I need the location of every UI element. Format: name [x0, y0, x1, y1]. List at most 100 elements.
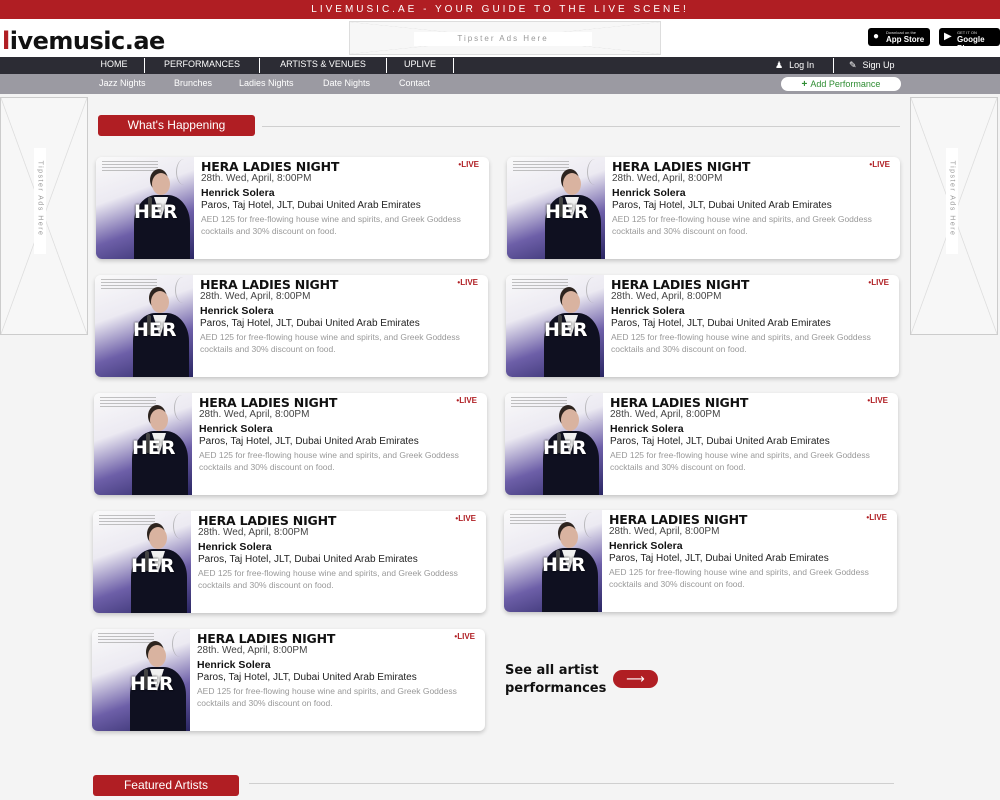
thumbnail-text: HER: [134, 203, 178, 222]
sub-nav: Jazz Nights Brunches Ladies Nights Date …: [0, 74, 1000, 94]
subnav-ladies-nights[interactable]: Ladies Nights: [239, 74, 294, 94]
card-date: 28th. Wed, April, 8:00PM: [200, 291, 311, 302]
google-play-button[interactable]: ▶ GET IT ON Google Play: [939, 28, 1000, 53]
whats-happening-heading: What's Happening: [98, 115, 255, 136]
performance-card[interactable]: HER HERA LADIES NIGHT •LIVE 28th. Wed, A…: [96, 157, 489, 259]
nav-divider: [144, 58, 145, 73]
card-title[interactable]: HERA LADIES NIGHT: [612, 159, 750, 174]
app-store-button[interactable]: ● Download on the App Store: [868, 28, 930, 46]
performance-card[interactable]: HER HERA LADIES NIGHT •LIVE 28th. Wed, A…: [505, 393, 898, 495]
card-artist[interactable]: Henrick Solera: [198, 541, 272, 553]
card-venue: Paros, Taj Hotel, JLT, Dubai United Arab…: [197, 672, 417, 683]
card-venue: Paros, Taj Hotel, JLT, Dubai United Arab…: [199, 436, 419, 447]
ad-label: Tipster Ads Here: [414, 32, 592, 46]
card-title[interactable]: HERA LADIES NIGHT: [197, 631, 335, 646]
subnav-brunches[interactable]: Brunches: [174, 74, 212, 94]
card-description: AED 125 for free-flowing house wine and …: [611, 332, 871, 354]
card-artist[interactable]: Henrick Solera: [609, 540, 683, 552]
side-ad-label: Tipster Ads Here: [36, 160, 44, 237]
subnav-jazz-nights[interactable]: Jazz Nights: [99, 74, 146, 94]
see-all-arrow-button[interactable]: ⟶: [613, 670, 658, 688]
thumbnail-text: HER: [542, 556, 586, 575]
live-badge: •LIVE: [867, 396, 888, 405]
card-title[interactable]: HERA LADIES NIGHT: [199, 395, 337, 410]
edit-icon: ✎: [849, 60, 857, 70]
performance-thumbnail: HER: [93, 511, 191, 613]
play-icon: ▶: [944, 31, 952, 42]
logo-prefix: l: [2, 27, 10, 55]
card-venue: Paros, Taj Hotel, JLT, Dubai United Arab…: [611, 318, 831, 329]
nav-home[interactable]: HOME: [85, 57, 143, 74]
card-venue: Paros, Taj Hotel, JLT, Dubai United Arab…: [609, 553, 829, 564]
thumbnail-text: HER: [545, 203, 589, 222]
live-badge: •LIVE: [455, 514, 476, 523]
card-date: 28th. Wed, April, 8:00PM: [199, 409, 310, 420]
add-performance-label: Add Performance: [810, 79, 881, 89]
nav-divider: [453, 58, 454, 73]
live-badge: •LIVE: [458, 160, 479, 169]
card-title[interactable]: HERA LADIES NIGHT: [201, 159, 339, 174]
performance-card[interactable]: HER HERA LADIES NIGHT •LIVE 28th. Wed, A…: [93, 511, 486, 613]
card-date: 28th. Wed, April, 8:00PM: [609, 526, 720, 537]
card-date: 28th. Wed, April, 8:00PM: [610, 409, 721, 420]
side-ad-label-box: Tipster Ads Here: [34, 148, 46, 254]
nav-artists-venues[interactable]: ARTISTS & VENUES: [265, 57, 381, 74]
side-ad-label: Tipster Ads Here: [948, 160, 956, 237]
performance-card[interactable]: HER HERA LADIES NIGHT •LIVE 28th. Wed, A…: [504, 510, 897, 612]
main-nav: HOME PERFORMANCES ARTISTS & VENUES UPLIV…: [0, 57, 1000, 74]
card-title[interactable]: HERA LADIES NIGHT: [609, 512, 747, 527]
card-description: AED 125 for free-flowing house wine and …: [200, 332, 460, 354]
card-artist[interactable]: Henrick Solera: [611, 305, 685, 317]
side-ad-label-box: Tipster Ads Here: [946, 148, 958, 254]
card-description: AED 125 for free-flowing house wine and …: [198, 568, 458, 590]
card-date: 28th. Wed, April, 8:00PM: [201, 173, 312, 184]
performance-card[interactable]: HER HERA LADIES NIGHT •LIVE 28th. Wed, A…: [507, 157, 900, 259]
card-title[interactable]: HERA LADIES NIGHT: [198, 513, 336, 528]
thumbnail-text: HER: [130, 675, 174, 694]
performance-thumbnail: HER: [96, 157, 194, 259]
app-store-label: App Store: [886, 35, 925, 44]
performance-card[interactable]: HER HERA LADIES NIGHT •LIVE 28th. Wed, A…: [506, 275, 899, 377]
performance-card[interactable]: HER HERA LADIES NIGHT •LIVE 28th. Wed, A…: [92, 629, 485, 731]
card-date: 28th. Wed, April, 8:00PM: [611, 291, 722, 302]
card-artist[interactable]: Henrick Solera: [199, 423, 273, 435]
card-venue: Paros, Taj Hotel, JLT, Dubai United Arab…: [612, 200, 832, 211]
card-artist[interactable]: Henrick Solera: [612, 187, 686, 199]
header: livemusic.ae Tipster Ads Here ● Download…: [0, 19, 1000, 57]
card-description: AED 125 for free-flowing house wine and …: [197, 686, 457, 708]
card-description: AED 125 for free-flowing house wine and …: [612, 214, 872, 236]
signup-link[interactable]: ✎ Sign Up: [849, 57, 895, 74]
see-all-line-1: See all artist: [505, 663, 599, 678]
card-artist[interactable]: Henrick Solera: [610, 423, 684, 435]
left-side-ad[interactable]: Tipster Ads Here: [0, 97, 88, 335]
add-performance-button[interactable]: + Add Performance: [781, 77, 901, 91]
card-artist[interactable]: Henrick Solera: [200, 305, 274, 317]
performance-card[interactable]: HER HERA LADIES NIGHT •LIVE 28th. Wed, A…: [94, 393, 487, 495]
card-artist[interactable]: Henrick Solera: [201, 187, 275, 199]
card-description: AED 125 for free-flowing house wine and …: [610, 450, 870, 472]
login-link[interactable]: ♟ Log In: [775, 57, 814, 74]
see-all-performances-link[interactable]: See all artist performances: [505, 662, 606, 698]
featured-artists-heading: Featured Artists: [93, 775, 239, 796]
subnav-date-nights[interactable]: Date Nights: [323, 74, 370, 94]
top-ad-banner[interactable]: Tipster Ads Here: [349, 21, 661, 55]
see-all-line-2: performances: [505, 681, 607, 696]
performance-card[interactable]: HER HERA LADIES NIGHT •LIVE 28th. Wed, A…: [95, 275, 488, 377]
right-side-ad[interactable]: Tipster Ads Here: [910, 97, 998, 335]
thumbnail-text: HER: [543, 439, 587, 458]
nav-performances[interactable]: PERFORMANCES: [150, 57, 254, 74]
top-banner: LIVEMUSIC.AE - YOUR GUIDE TO THE LIVE SC…: [0, 0, 1000, 19]
card-artist[interactable]: Henrick Solera: [197, 659, 271, 671]
logo-text: ivemusic.ae: [9, 27, 166, 55]
section-divider: [249, 783, 894, 784]
nav-divider: [833, 58, 834, 73]
plus-icon: +: [801, 79, 808, 90]
card-title[interactable]: HERA LADIES NIGHT: [610, 395, 748, 410]
subnav-contact[interactable]: Contact: [399, 74, 430, 94]
card-title[interactable]: HERA LADIES NIGHT: [611, 277, 749, 292]
site-logo[interactable]: livemusic.ae: [2, 27, 165, 55]
card-venue: Paros, Taj Hotel, JLT, Dubai United Arab…: [610, 436, 830, 447]
performance-thumbnail: HER: [506, 275, 604, 377]
card-title[interactable]: HERA LADIES NIGHT: [200, 277, 338, 292]
nav-uplive[interactable]: UPLIVE: [392, 57, 448, 74]
